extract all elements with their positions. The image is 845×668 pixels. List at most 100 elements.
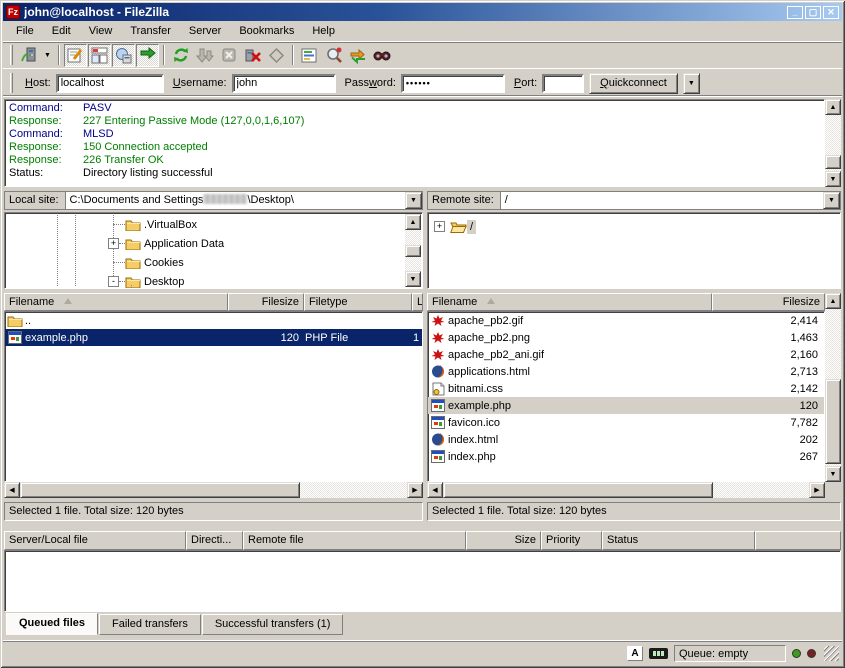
find-files-button[interactable] [370, 44, 393, 67]
file-row-example-php[interactable]: example.php 120 PHP File 1 [5, 329, 422, 346]
file-row[interactable]: favicon.ico 7,782 [428, 414, 824, 431]
remote-vscrollbar[interactable]: ▲ ▼ [825, 293, 841, 482]
scroll-right-icon[interactable]: ▶ [407, 482, 423, 498]
tree-item-root[interactable]: + / [434, 217, 476, 236]
scroll-up-icon[interactable]: ▲ [825, 99, 841, 115]
disconnect-button[interactable] [241, 44, 264, 67]
column-header-last-modified[interactable]: L [412, 293, 423, 311]
menu-bookmarks[interactable]: Bookmarks [230, 22, 303, 40]
menu-help[interactable]: Help [303, 22, 344, 40]
local-directory-tree[interactable]: .VirtualBox + Application Data Cookies -… [4, 212, 423, 289]
menu-file[interactable]: File [7, 22, 43, 40]
queue-body[interactable] [4, 550, 841, 612]
scroll-up-icon[interactable]: ▲ [405, 214, 421, 230]
file-row-selected[interactable]: example.php 120 [428, 397, 824, 414]
log-scrollbar[interactable]: ▲ ▼ [825, 99, 841, 187]
close-button[interactable]: ✕ [823, 6, 839, 19]
refresh-button[interactable] [169, 44, 192, 67]
scroll-left-icon[interactable]: ◀ [4, 482, 20, 498]
menu-server[interactable]: Server [180, 22, 230, 40]
directory-filters-button[interactable] [298, 44, 321, 67]
toggle-transfer-queue-button[interactable] [136, 44, 159, 67]
quickconnect-button[interactable]: Quickconnect [589, 73, 678, 94]
tab-successful-transfers[interactable]: Successful transfers (1) [202, 614, 344, 635]
column-header-server-local-file[interactable]: Server/Local file [4, 531, 186, 550]
reconnect-button[interactable] [265, 44, 288, 67]
local-site-path[interactable]: C:\Documents and Settings\Desktop\ [66, 192, 405, 209]
site-manager-dropdown[interactable]: ▼ [41, 44, 54, 67]
synchronized-browsing-button[interactable] [346, 44, 369, 67]
scroll-down-icon[interactable]: ▼ [825, 466, 841, 482]
file-row[interactable]: index.php 267 [428, 448, 824, 465]
collapse-minus-icon[interactable]: - [108, 276, 119, 287]
remote-hscrollbar-thumb[interactable] [443, 482, 713, 498]
local-hscrollbar[interactable]: ◀ ▶ [4, 482, 423, 498]
menu-edit[interactable]: Edit [43, 22, 80, 40]
file-row-parent-dir[interactable]: .. [5, 312, 422, 329]
toggle-message-log-button[interactable] [64, 44, 87, 67]
toggle-remote-tree-button[interactable] [112, 44, 135, 67]
remote-vscrollbar-thumb[interactable] [825, 379, 841, 464]
host-input[interactable] [56, 74, 164, 93]
column-header-priority[interactable]: Priority [541, 531, 602, 550]
toggle-local-tree-button[interactable] [88, 44, 111, 67]
remote-site-path[interactable]: / [501, 192, 823, 209]
scroll-left-icon[interactable]: ◀ [427, 482, 443, 498]
column-header-remote-file[interactable]: Remote file [243, 531, 466, 550]
tab-queued-files[interactable]: Queued files [6, 613, 98, 635]
scroll-up-icon[interactable]: ▲ [825, 293, 841, 309]
local-hscrollbar-thumb[interactable] [20, 482, 300, 498]
minimize-button[interactable]: _ [787, 6, 803, 19]
expand-plus-icon[interactable]: + [434, 221, 445, 232]
file-row[interactable]: applications.html 2,713 [428, 363, 824, 380]
file-row[interactable]: apache_pb2.png 1,463 [428, 329, 824, 346]
column-header-direction[interactable]: Directi... [186, 531, 243, 550]
scroll-down-icon[interactable]: ▼ [405, 271, 421, 287]
menu-transfer[interactable]: Transfer [121, 22, 180, 40]
column-header-filename[interactable]: Filename [427, 293, 712, 311]
transfer-queue-icon [139, 47, 157, 63]
tree-item-application-data[interactable]: + Application Data [108, 234, 227, 253]
maximize-button[interactable]: ▢ [805, 6, 821, 19]
remote-site-dropdown[interactable]: ▼ [823, 192, 840, 209]
title-bar[interactable]: Fz john@localhost - FileZilla _ ▢ ✕ [3, 3, 842, 21]
remote-hscrollbar[interactable]: ◀ ▶ [427, 482, 825, 498]
port-input[interactable] [542, 74, 584, 93]
column-header-status[interactable]: Status [602, 531, 755, 550]
compare-directories-button[interactable] [322, 44, 345, 67]
column-header-filetype[interactable]: Filetype [304, 293, 412, 311]
menu-view[interactable]: View [80, 22, 122, 40]
remote-directory-tree[interactable]: + / [427, 212, 841, 289]
file-row[interactable]: apache_pb2_ani.gif 2,160 [428, 346, 824, 363]
resize-grip[interactable] [824, 646, 839, 661]
file-row[interactable]: apache_pb2.gif 2,414 [428, 312, 824, 329]
quickconnect-dropdown[interactable]: ▼ [683, 73, 700, 94]
column-header-filesize[interactable]: Filesize [712, 293, 825, 311]
column-header-filename[interactable]: Filename [4, 293, 228, 311]
site-manager-button[interactable] [17, 44, 40, 67]
tab-failed-transfers[interactable]: Failed transfers [99, 614, 201, 635]
password-input[interactable] [401, 74, 505, 93]
cancel-operation-button[interactable] [217, 44, 240, 67]
local-site-dropdown[interactable]: ▼ [405, 192, 422, 209]
process-queue-button[interactable] [193, 44, 216, 67]
file-row[interactable]: bitnami.css 2,142 [428, 380, 824, 397]
tree-item-desktop[interactable]: - Desktop [108, 272, 187, 289]
expand-plus-icon[interactable]: + [108, 238, 119, 249]
remote-file-list[interactable]: apache_pb2.gif 2,414 apache_pb2.png 1,46… [427, 311, 825, 482]
column-header-size[interactable]: Size [466, 531, 541, 550]
file-row[interactable]: index.html 202 [428, 431, 824, 448]
cancel-icon [221, 47, 237, 63]
tree-item-virtualbox[interactable]: .VirtualBox [113, 215, 200, 234]
column-header-filesize[interactable]: Filesize [228, 293, 304, 311]
local-tree-scrollbar-thumb[interactable] [405, 245, 421, 257]
scroll-right-icon[interactable]: ▶ [809, 482, 825, 498]
ascii-data-type-icon[interactable]: A [627, 646, 643, 661]
local-file-list[interactable]: .. example.php 120 PHP File 1 [4, 311, 423, 482]
speed-limit-icon[interactable] [649, 648, 668, 659]
tree-item-cookies[interactable]: Cookies [113, 253, 187, 272]
scroll-down-icon[interactable]: ▼ [825, 171, 841, 187]
username-input[interactable] [232, 74, 336, 93]
local-tree-scrollbar[interactable]: ▲ ▼ [405, 214, 421, 287]
log-scrollbar-thumb[interactable] [825, 155, 841, 169]
